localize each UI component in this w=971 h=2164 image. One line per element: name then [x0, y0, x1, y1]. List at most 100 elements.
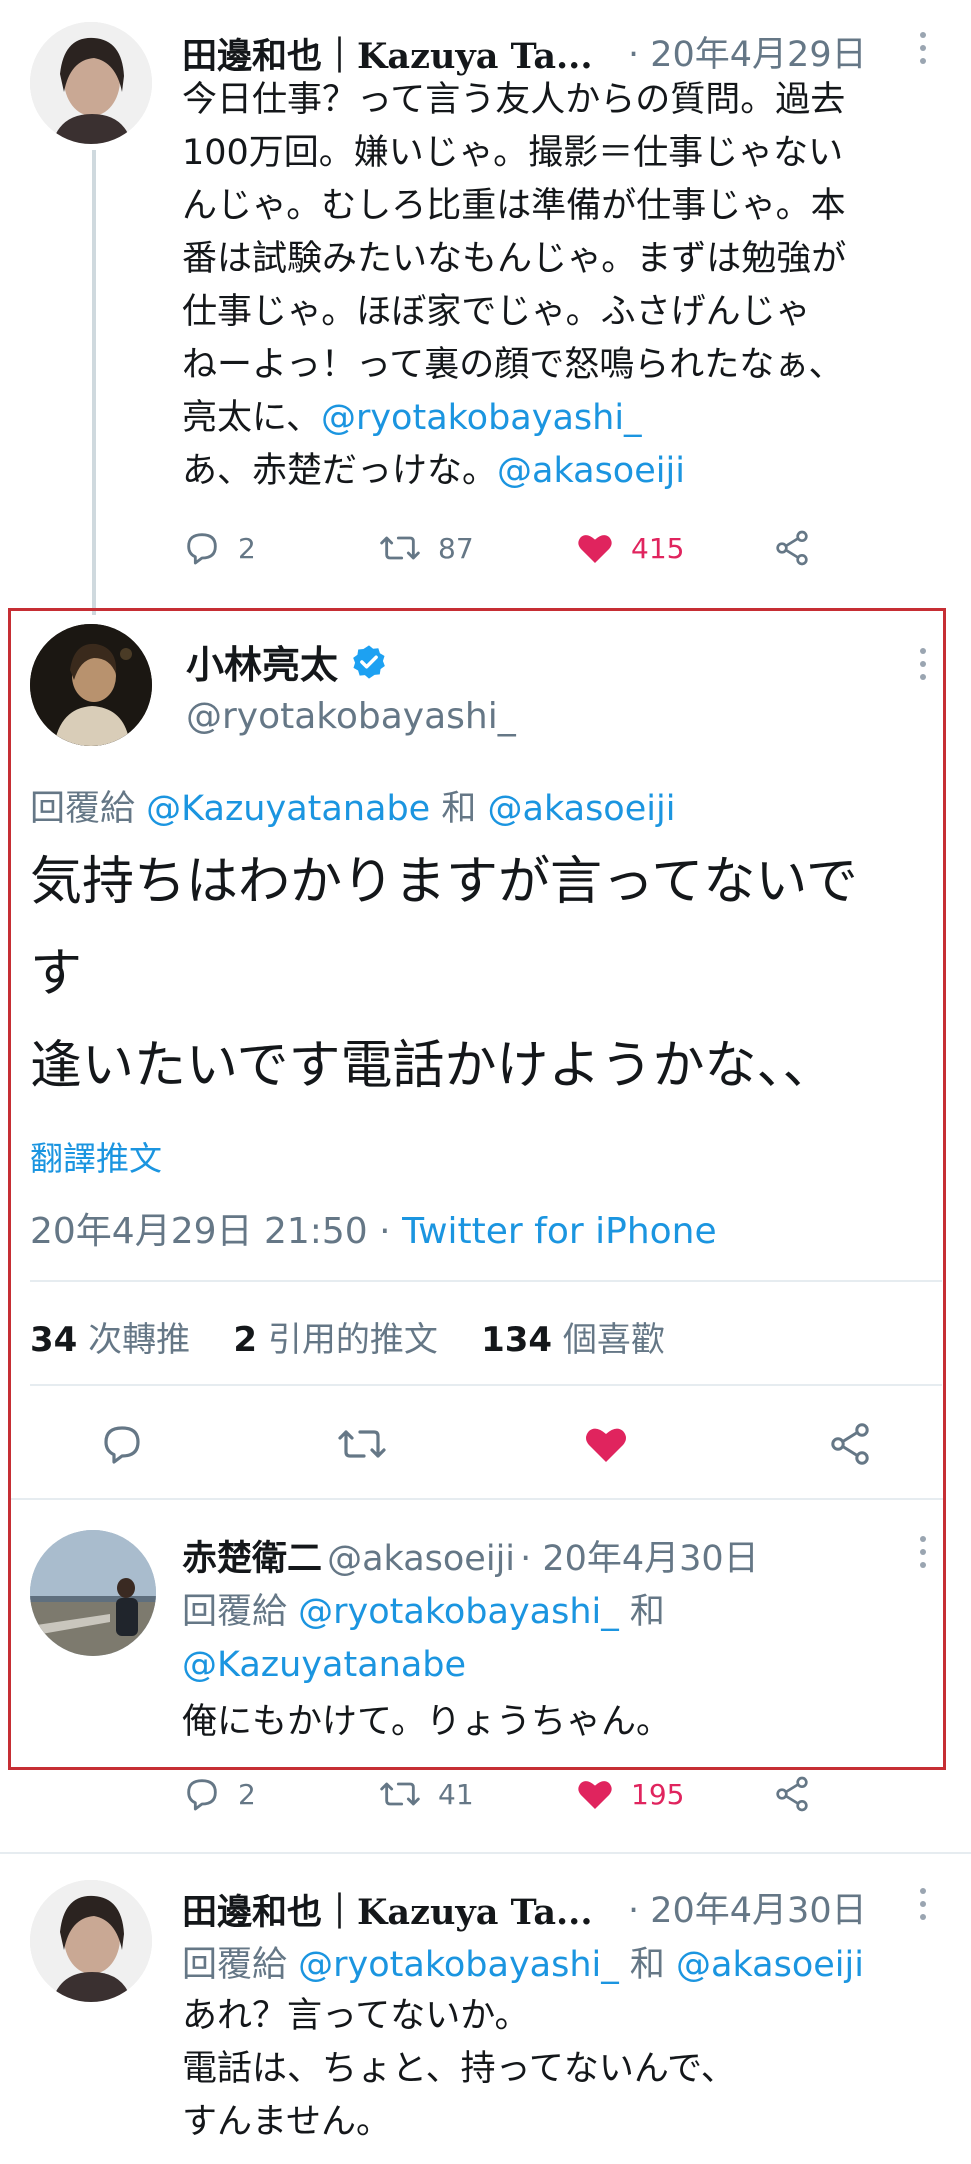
avatar-kazuya-image	[30, 22, 152, 144]
more-icon[interactable]	[920, 648, 928, 687]
tweet1-text: 今日仕事？って言う友人からの質問。過去 100万回。嫌いじゃ。撮影＝仕事じゃない…	[182, 74, 942, 498]
share-button[interactable]	[772, 528, 812, 568]
retweets-label: 次轉推	[88, 1320, 191, 1360]
reply-icon	[104, 1426, 140, 1464]
tweet4-text: あれ？言ってないか。 電話は、ちょと、持ってないんで、 すんません。	[182, 1990, 942, 2149]
divider	[30, 1384, 942, 1386]
reply-button[interactable]	[98, 1420, 146, 1468]
tweet3-author-name[interactable]: 赤楚衛二	[182, 1539, 322, 1579]
tweet1-date[interactable]: · 20年4月29日	[628, 26, 867, 77]
like-button[interactable]	[582, 1420, 630, 1468]
tweet1-line: ねーよっ！って裏の顔で怒鳴られたなぁ、	[182, 345, 844, 385]
tweet1-line: 今日仕事？って言う友人からの質問。過去	[182, 80, 846, 120]
tweet1-line: 仕事じゃ。ほぼ家でじゃ。ふさげんじゃ	[182, 292, 811, 332]
avatar-kazuya[interactable]	[30, 1880, 152, 2002]
more-icon[interactable]	[920, 1888, 928, 1927]
reply-to-and: 和	[441, 789, 477, 829]
mention-link[interactable]: @ryotakobayashi_	[321, 398, 642, 438]
divider	[0, 1852, 971, 1854]
tweet3-reply-to-line: @Kazuyatanabe	[182, 1639, 665, 1692]
mention-link[interactable]: @akasoeiji	[676, 1945, 864, 1985]
retweet-button[interactable]: 41	[378, 1774, 474, 1814]
tweet3-date[interactable]: · 20年4月30日	[520, 1539, 759, 1579]
verified-icon	[353, 644, 385, 679]
avatar-kazuya-image	[30, 1880, 152, 2002]
main-author-name[interactable]: 小林亮太	[186, 634, 388, 689]
avatar-kazuya[interactable]	[30, 22, 152, 144]
avatar-ryota-image	[30, 624, 152, 746]
translate-link[interactable]: 翻譯推文	[30, 1132, 162, 1180]
reply-button[interactable]: 2	[182, 1774, 256, 1814]
mention-link[interactable]: @akasoeiji	[488, 789, 676, 829]
tweet1-line: 亮太に、@ryotakobayashi_	[182, 392, 942, 445]
share-icon	[776, 530, 808, 566]
main-author-handle[interactable]: @ryotakobayashi_	[186, 696, 516, 737]
quotes-label: 引用的推文	[267, 1320, 438, 1360]
retweet-button[interactable]	[336, 1420, 388, 1468]
like-icon	[578, 1781, 612, 1809]
tweet4-line: 電話は、ちょと、持ってないんで、	[182, 2049, 736, 2089]
like-count: 415	[631, 531, 685, 565]
likes-stat[interactable]: 134 個喜歡	[481, 1320, 665, 1360]
divider	[11, 1498, 943, 1500]
reply-count: 2	[238, 1777, 256, 1811]
source-link[interactable]: Twitter for iPhone	[402, 1211, 717, 1252]
retweet-count: 41	[438, 1777, 474, 1811]
share-button[interactable]	[772, 1774, 812, 1814]
avatar-ryota[interactable]	[30, 624, 152, 746]
like-icon	[586, 1428, 626, 1462]
reply-to-and: 和	[629, 1945, 665, 1985]
mention-link[interactable]: @akasoeiji	[497, 451, 685, 491]
reply-button[interactable]: 2	[182, 528, 256, 568]
mention-link[interactable]: @Kazuyatanabe	[146, 789, 430, 829]
tweet4-line: すんません。	[182, 2102, 391, 2142]
tweet1-line: 番は試験みたいなもんじゃ。まずは勉強が	[182, 239, 847, 279]
quotes-stat[interactable]: 2 引用的推文	[233, 1320, 437, 1360]
more-icon[interactable]	[920, 32, 928, 71]
like-button[interactable]: 195	[575, 1774, 684, 1814]
reply-to-and: 和	[629, 1592, 665, 1632]
main-text-line: 逢いたいです電話かけようかな、、	[30, 1036, 835, 1096]
mention-link[interactable]: @ryotakobayashi_	[298, 1945, 619, 1985]
reply-icon	[187, 533, 217, 565]
likes-num: 134	[481, 1320, 553, 1360]
retweets-stat[interactable]: 34 次轉推	[30, 1320, 190, 1360]
thread-line	[92, 150, 96, 615]
like-icon	[578, 535, 612, 563]
tweet4-author-name[interactable]: 田邊和也｜Kazuya Ta...	[182, 1884, 593, 1935]
reply-count: 2	[238, 531, 256, 565]
like-count: 195	[631, 1777, 685, 1811]
retweet-button[interactable]: 87	[378, 528, 474, 568]
mention-link[interactable]: @Kazuyatanabe	[182, 1645, 466, 1685]
more-icon[interactable]	[920, 1536, 928, 1575]
like-button[interactable]: 415	[575, 528, 684, 568]
mention-link[interactable]: @ryotakobayashi_	[298, 1592, 619, 1632]
reply-to-label: 回覆給	[182, 1945, 288, 1985]
avatar-akaso-image	[30, 1530, 156, 1656]
reply-to-label: 回覆給	[30, 789, 136, 829]
tweet1-author-name[interactable]: 田邊和也｜Kazuya Ta...	[182, 28, 593, 79]
tweet3-text: 俺にもかけて。りょうちゃん。	[182, 1702, 671, 1742]
tweet1-line: んじゃ。むしろ比重は準備が仕事じゃ。本	[182, 186, 846, 226]
tweet1-line: あ、赤楚だっけな。@akasoeiji	[182, 445, 942, 498]
main-stats: 34 次轉推 2 引用的推文 134 個喜歡	[30, 1312, 665, 1361]
avatar-akaso[interactable]	[30, 1530, 156, 1656]
retweet-icon	[338, 1430, 386, 1458]
share-button[interactable]	[826, 1420, 874, 1468]
reply-to-label: 回覆給	[182, 1592, 288, 1632]
retweet-icon	[380, 1782, 420, 1806]
tweet1-line: 100万回。嫌いじゃ。撮影＝仕事じゃない	[182, 133, 844, 173]
main-timestamp[interactable]: 20年4月29日 21:50 ·	[30, 1211, 391, 1252]
tweet1-line-text: 亮太に、	[182, 398, 321, 438]
divider	[30, 1280, 942, 1282]
share-icon	[831, 1423, 869, 1465]
tweet1-line-text: あ、赤楚だっけな。	[182, 451, 498, 491]
tweet4-date[interactable]: · 20年4月30日	[628, 1882, 867, 1933]
main-author-name-text: 小林亮太	[186, 643, 339, 687]
main-text-line: 気持ちはわかりますが言ってないで	[30, 852, 858, 912]
retweets-num: 34	[30, 1320, 78, 1360]
tweet3-header: 赤楚衛二 @akasoeiji · 20年4月30日	[182, 1530, 759, 1581]
main-tweet-text: 気持ちはわかりますが言ってないで す 逢いたいです電話かけようかな、、	[30, 836, 940, 1112]
tweet3-handle[interactable]: @akasoeiji	[327, 1539, 515, 1579]
main-reply-to: 回覆給 @Kazuyatanabe 和 @akasoeiji	[30, 780, 675, 831]
